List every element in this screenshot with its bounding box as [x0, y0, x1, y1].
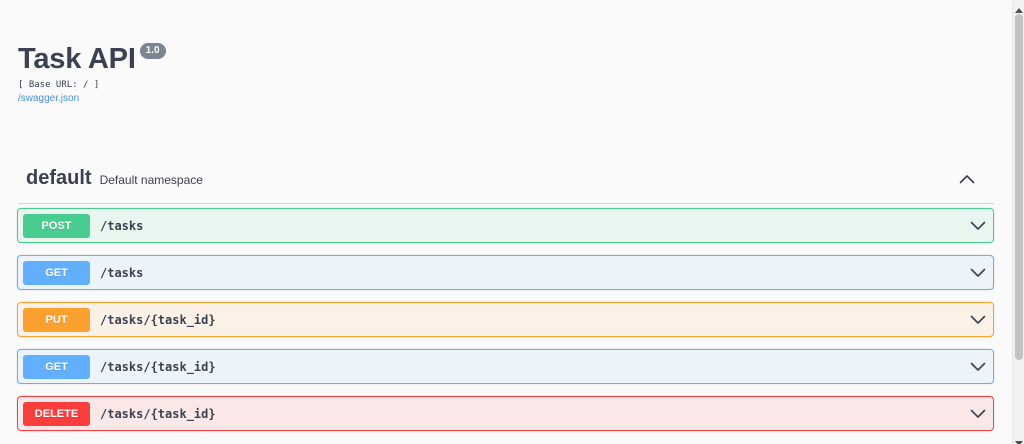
operations-list: POST /tasks GET /tasks PUT /tasks/{task_… — [17, 208, 994, 443]
operation-path: /tasks/{task_id} — [100, 312, 216, 327]
chevron-up-icon[interactable] — [956, 168, 978, 190]
vertical-scrollbar[interactable] — [1012, 0, 1024, 444]
operation-put-task[interactable]: PUT /tasks/{task_id} — [17, 302, 994, 337]
operation-delete-task[interactable]: DELETE /tasks/{task_id} — [17, 396, 994, 431]
api-info: Task API 1.0 [ Base URL: / ] /swagger.js… — [18, 42, 166, 105]
chevron-down-icon[interactable] — [969, 405, 987, 423]
chevron-down-icon[interactable] — [969, 358, 987, 376]
method-badge: GET — [23, 260, 90, 285]
operation-post-tasks[interactable]: POST /tasks — [17, 208, 994, 243]
base-url: [ Base URL: / ] — [18, 80, 100, 90]
scroll-down-arrow-icon[interactable] — [1015, 434, 1023, 444]
operation-path: /tasks — [100, 218, 144, 233]
namespace-header-default[interactable]: default Default namespace — [18, 154, 994, 204]
scroll-up-arrow-icon[interactable] — [1015, 2, 1023, 13]
operation-path: /tasks/{task_id} — [100, 359, 216, 374]
scrollbar-thumb[interactable] — [1015, 14, 1023, 360]
version-badge: 1.0 — [139, 43, 166, 59]
operation-path: /tasks/{task_id} — [100, 406, 216, 421]
swagger-page: Task API 1.0 [ Base URL: / ] /swagger.js… — [0, 0, 1024, 444]
api-title: Task API — [18, 43, 136, 75]
chevron-down-icon[interactable] — [969, 217, 987, 235]
chevron-down-icon[interactable] — [969, 311, 987, 329]
namespace-name: default — [26, 167, 92, 189]
operation-path: /tasks — [100, 265, 144, 280]
title-row: Task API 1.0 — [18, 42, 166, 76]
operation-get-task[interactable]: GET /tasks/{task_id} — [17, 349, 994, 384]
method-badge: GET — [23, 354, 90, 379]
swagger-json-link[interactable]: /swagger.json — [18, 93, 166, 105]
chevron-down-icon[interactable] — [969, 264, 987, 282]
method-badge: PUT — [23, 307, 90, 332]
method-badge: DELETE — [23, 401, 90, 426]
method-badge: POST — [23, 213, 90, 238]
operation-get-tasks[interactable]: GET /tasks — [17, 255, 994, 290]
namespace-description: Default namespace — [99, 172, 203, 187]
